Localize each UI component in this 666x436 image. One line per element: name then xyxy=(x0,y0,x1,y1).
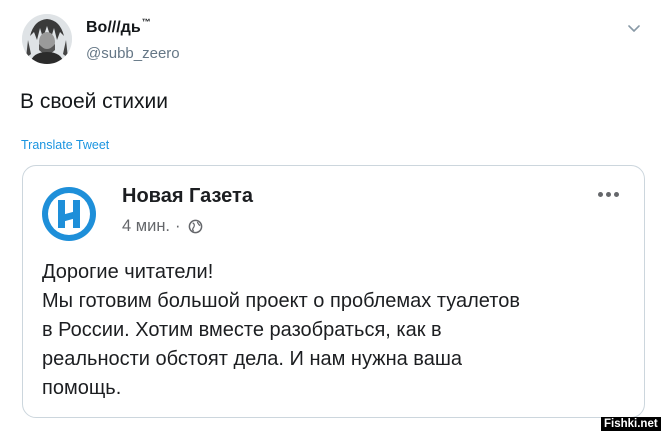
watermark: Fishki.net xyxy=(601,417,661,431)
avatar-image xyxy=(22,14,72,64)
tweet: Во///дь ™ @subb_zeero В своей стихии Tra… xyxy=(0,0,666,436)
avatar[interactable] xyxy=(22,14,72,64)
post-line: Дорогие читатели! xyxy=(42,261,214,283)
post-line: в России. Хотим вместе разобраться, как … xyxy=(42,319,442,341)
trademark-mark: ™ xyxy=(141,17,151,27)
post-line: помощь. xyxy=(42,377,122,399)
embedded-post-card[interactable]: Новая Газета 4 мин. · Дорогие читатели! … xyxy=(22,165,645,418)
translate-tweet-link[interactable]: Translate Tweet xyxy=(21,138,109,152)
post-author[interactable]: Новая Газета xyxy=(122,185,253,208)
novaya-gazeta-logo-icon[interactable] xyxy=(41,186,97,242)
chevron-down-icon[interactable] xyxy=(627,24,641,34)
post-time[interactable]: 4 мин. xyxy=(122,217,170,236)
post-line: Мы готовим большой проект о проблемах ту… xyxy=(42,290,520,312)
tweet-text: В своей стихии xyxy=(20,90,168,113)
more-options-icon[interactable] xyxy=(598,192,619,197)
meta-separator: · xyxy=(175,217,181,235)
post-line: реальности обстоят дела. И нам нужна ваш… xyxy=(42,348,462,370)
post-body: Дорогие читатели! Мы готовим большой про… xyxy=(42,258,632,403)
post-meta: 4 мин. · xyxy=(122,217,203,236)
user-handle[interactable]: @subb_zeero xyxy=(86,45,180,62)
display-name[interactable]: Во///дь xyxy=(86,19,141,37)
globe-icon xyxy=(188,219,202,234)
display-name-row[interactable]: Во///дь ™ xyxy=(86,17,151,37)
